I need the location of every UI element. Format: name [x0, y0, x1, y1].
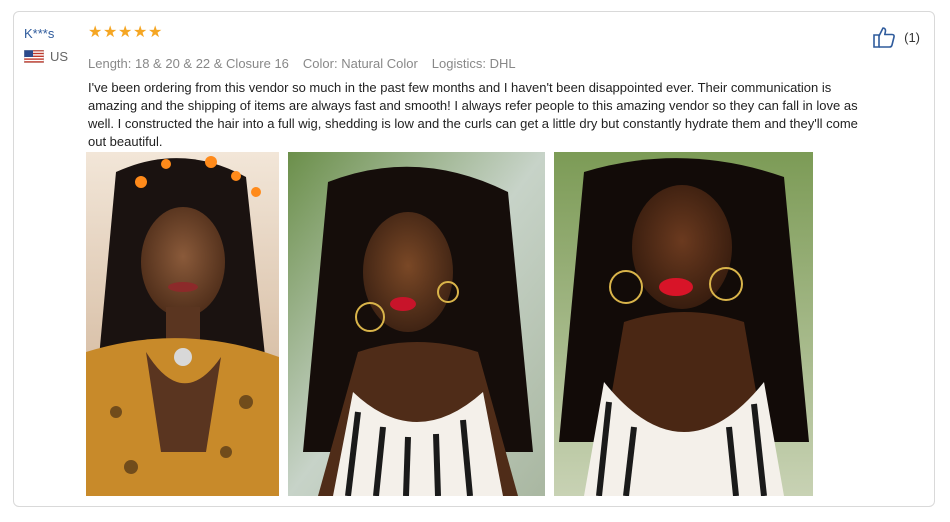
star-icon: ★ — [133, 24, 148, 41]
product-attributes: Length: 18 & 20 & 22 & Closure 16 Color:… — [88, 56, 858, 71]
reviewer-country: US — [23, 49, 84, 64]
star-icon: ★ — [148, 24, 163, 41]
review-photos — [86, 152, 813, 496]
review-content: ★ ★ ★ ★ ★ Length: 18 & 20 & 22 & Closure… — [88, 24, 858, 151]
thumbs-up-icon[interactable] — [872, 26, 896, 48]
star-icon: ★ — [88, 24, 103, 41]
attr-length: Length: 18 & 20 & 22 & Closure 16 — [88, 56, 289, 71]
us-flag-icon — [23, 49, 45, 64]
review-photo-2[interactable] — [288, 152, 545, 496]
review-photo-1[interactable] — [86, 152, 279, 496]
helpful-vote: (1) — [872, 26, 920, 48]
country-code: US — [50, 49, 69, 64]
attr-color: Color: Natural Color — [302, 56, 418, 71]
attr-logistics: Logistics: DHL — [431, 56, 516, 71]
helpful-count: (1) — [904, 29, 920, 45]
star-icon: ★ — [103, 24, 118, 41]
reviewer-info: K***s US — [23, 26, 84, 64]
review-card: K***s US ★ ★ ★ ★ ★ Length: 18 & 20 & 22 … — [13, 11, 935, 507]
review-photo-3[interactable] — [554, 152, 813, 496]
star-rating: ★ ★ ★ ★ ★ — [88, 24, 858, 44]
star-icon: ★ — [118, 24, 133, 41]
reviewer-name[interactable]: K***s — [24, 26, 84, 41]
review-text: I've been ordering from this vendor so m… — [88, 80, 858, 149]
